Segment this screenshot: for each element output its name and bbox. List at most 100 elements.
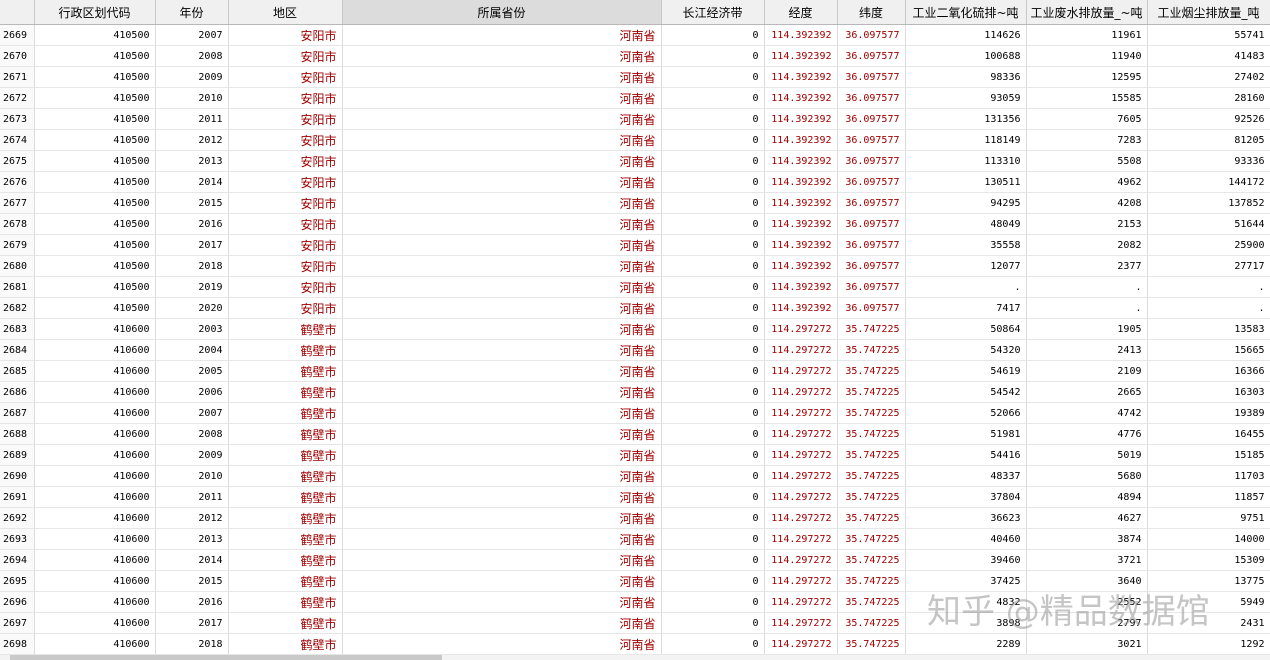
table-row[interactable]: 2689 410600 2009 鹤壁市 河南省 0 114.297272 35.747225…: [0, 444, 1270, 466]
cell-year[interactable]: 2014: [155, 549, 229, 571]
cell-yangtze-belt[interactable]: 0: [661, 234, 765, 256]
cell-province[interactable]: 河南省: [342, 423, 662, 445]
cell-year[interactable]: 2012: [155, 129, 229, 151]
cell-region-code[interactable]: 410600: [34, 381, 156, 403]
cell-region-name[interactable]: 安阳市: [228, 213, 343, 235]
cell-obs-number[interactable]: 2670: [0, 45, 35, 67]
cell-year[interactable]: 2004: [155, 339, 229, 361]
cell-latitude[interactable]: 36.097577: [837, 276, 906, 298]
cell-region-name[interactable]: 安阳市: [228, 24, 343, 46]
cell-yangtze-belt[interactable]: 0: [661, 150, 765, 172]
table-row[interactable]: 2676 410500 2014 安阳市 河南省 0 114.392392 36.097577…: [0, 171, 1270, 193]
cell-wastewater-emission[interactable]: 4742: [1026, 402, 1148, 424]
cell-wastewater-emission[interactable]: 2153: [1026, 213, 1148, 235]
cell-dust-emission[interactable]: 14000: [1147, 528, 1270, 550]
column-header-longitude[interactable]: 经度: [764, 0, 838, 25]
cell-province[interactable]: 河南省: [342, 297, 662, 319]
cell-so2-emission[interactable]: 94295: [905, 192, 1027, 214]
cell-wastewater-emission[interactable]: 2109: [1026, 360, 1148, 382]
cell-wastewater-emission[interactable]: 11961: [1026, 24, 1148, 46]
cell-region-name[interactable]: 安阳市: [228, 255, 343, 277]
cell-so2-emission[interactable]: 35558: [905, 234, 1027, 256]
cell-longitude[interactable]: 114.392392: [764, 129, 838, 151]
cell-yangtze-belt[interactable]: 0: [661, 633, 765, 655]
cell-wastewater-emission[interactable]: 2377: [1026, 255, 1148, 277]
cell-region-code[interactable]: 410600: [34, 507, 156, 529]
cell-longitude[interactable]: 114.297272: [764, 528, 838, 550]
cell-region-name[interactable]: 鹤壁市: [228, 612, 343, 634]
cell-dust-emission[interactable]: 137852: [1147, 192, 1270, 214]
cell-longitude[interactable]: 114.297272: [764, 633, 838, 655]
cell-wastewater-emission[interactable]: 3640: [1026, 570, 1148, 592]
cell-yangtze-belt[interactable]: 0: [661, 87, 765, 109]
cell-obs-number[interactable]: 2685: [0, 360, 35, 382]
cell-region-name[interactable]: 安阳市: [228, 192, 343, 214]
cell-obs-number[interactable]: 2689: [0, 444, 35, 466]
cell-wastewater-emission[interactable]: 1905: [1026, 318, 1148, 340]
cell-so2-emission[interactable]: 93059: [905, 87, 1027, 109]
cell-year[interactable]: 2010: [155, 465, 229, 487]
cell-yangtze-belt[interactable]: 0: [661, 570, 765, 592]
cell-region-name[interactable]: 鹤壁市: [228, 444, 343, 466]
table-row[interactable]: 2690 410600 2010 鹤壁市 河南省 0 114.297272 35.747225…: [0, 465, 1270, 487]
cell-longitude[interactable]: 114.392392: [764, 150, 838, 172]
cell-dust-emission[interactable]: 81205: [1147, 129, 1270, 151]
cell-year[interactable]: 2011: [155, 108, 229, 130]
cell-so2-emission[interactable]: 118149: [905, 129, 1027, 151]
column-header-wastewater[interactable]: 工业废水排放量_~吨: [1026, 0, 1148, 25]
table-row[interactable]: 2693 410600 2013 鹤壁市 河南省 0 114.297272 35.747225…: [0, 528, 1270, 550]
cell-obs-number[interactable]: 2696: [0, 591, 35, 613]
cell-longitude[interactable]: 114.297272: [764, 381, 838, 403]
cell-year[interactable]: 2012: [155, 507, 229, 529]
cell-region-name[interactable]: 鹤壁市: [228, 633, 343, 655]
cell-dust-emission[interactable]: 16366: [1147, 360, 1270, 382]
cell-year[interactable]: 2008: [155, 45, 229, 67]
cell-yangtze-belt[interactable]: 0: [661, 612, 765, 634]
cell-longitude[interactable]: 114.392392: [764, 24, 838, 46]
cell-province[interactable]: 河南省: [342, 528, 662, 550]
cell-latitude[interactable]: 36.097577: [837, 129, 906, 151]
column-header-province[interactable]: 所属省份: [342, 0, 662, 25]
cell-wastewater-emission[interactable]: 3021: [1026, 633, 1148, 655]
cell-dust-emission[interactable]: 19389: [1147, 402, 1270, 424]
cell-latitude[interactable]: 35.747225: [837, 528, 906, 550]
cell-region-code[interactable]: 410600: [34, 549, 156, 571]
cell-province[interactable]: 河南省: [342, 570, 662, 592]
table-row[interactable]: 2680 410500 2018 安阳市 河南省 0 114.392392 36.097577…: [0, 255, 1270, 277]
cell-dust-emission[interactable]: 27717: [1147, 255, 1270, 277]
cell-wastewater-emission[interactable]: 2082: [1026, 234, 1148, 256]
cell-yangtze-belt[interactable]: 0: [661, 339, 765, 361]
cell-yangtze-belt[interactable]: 0: [661, 255, 765, 277]
cell-longitude[interactable]: 114.392392: [764, 66, 838, 88]
cell-so2-emission[interactable]: 4832: [905, 591, 1027, 613]
cell-longitude[interactable]: 114.297272: [764, 612, 838, 634]
cell-year[interactable]: 2010: [155, 87, 229, 109]
cell-yangtze-belt[interactable]: 0: [661, 213, 765, 235]
cell-latitude[interactable]: 35.747225: [837, 591, 906, 613]
cell-region-name[interactable]: 鹤壁市: [228, 465, 343, 487]
cell-region-code[interactable]: 410500: [34, 297, 156, 319]
column-header-so2[interactable]: 工业二氧化硫排~吨: [905, 0, 1027, 25]
cell-longitude[interactable]: 114.297272: [764, 591, 838, 613]
cell-latitude[interactable]: 35.747225: [837, 612, 906, 634]
cell-region-name[interactable]: 安阳市: [228, 129, 343, 151]
cell-latitude[interactable]: 35.747225: [837, 423, 906, 445]
column-header-yangtze-belt[interactable]: 长江经济带: [661, 0, 765, 25]
cell-region-name[interactable]: 鹤壁市: [228, 360, 343, 382]
cell-year[interactable]: 2006: [155, 381, 229, 403]
cell-latitude[interactable]: 36.097577: [837, 192, 906, 214]
cell-obs-number[interactable]: 2691: [0, 486, 35, 508]
cell-province[interactable]: 河南省: [342, 192, 662, 214]
cell-province[interactable]: 河南省: [342, 276, 662, 298]
data-grid[interactable]: 行政区划代码 年份 地区 所属省份 长江经济带 经度 纬度 工业二氧化硫排~吨 …: [0, 0, 1270, 656]
cell-longitude[interactable]: 114.392392: [764, 87, 838, 109]
cell-dust-emission[interactable]: .: [1147, 276, 1270, 298]
cell-province[interactable]: 河南省: [342, 633, 662, 655]
cell-yangtze-belt[interactable]: 0: [661, 297, 765, 319]
cell-wastewater-emission[interactable]: 3721: [1026, 549, 1148, 571]
cell-yangtze-belt[interactable]: 0: [661, 549, 765, 571]
cell-latitude[interactable]: 36.097577: [837, 66, 906, 88]
table-row[interactable]: 2675 410500 2013 安阳市 河南省 0 114.392392 36.097577…: [0, 150, 1270, 172]
cell-yangtze-belt[interactable]: 0: [661, 171, 765, 193]
cell-longitude[interactable]: 114.392392: [764, 45, 838, 67]
